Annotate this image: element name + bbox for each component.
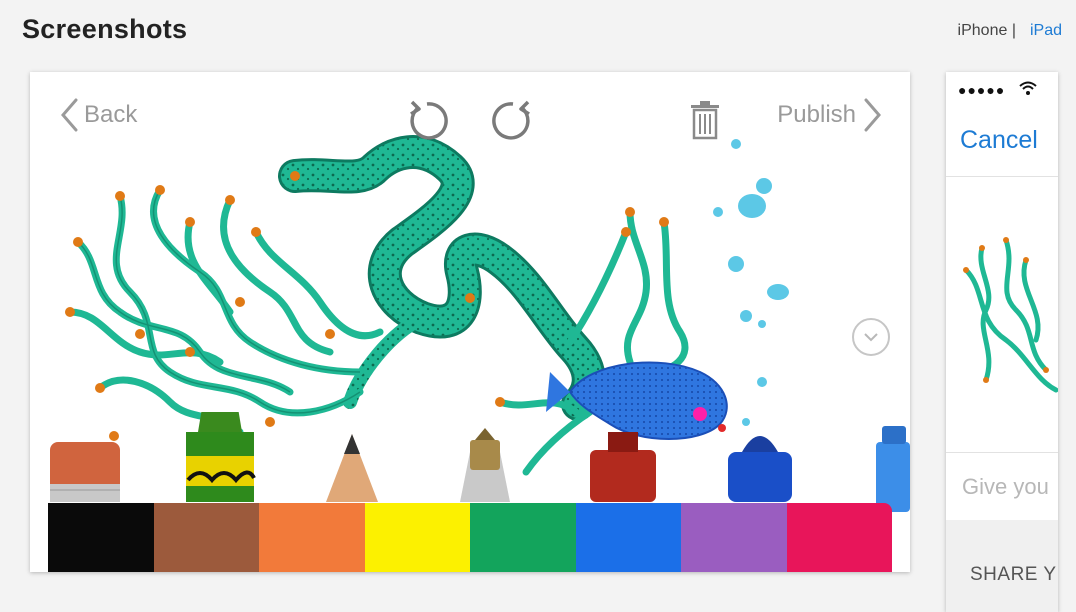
caption-input[interactable] [946, 456, 1058, 518]
undo-button[interactable] [404, 98, 450, 149]
bubbles [713, 139, 789, 426]
side-screenshot[interactable]: ●●●●● Cancel SHARE Y [946, 72, 1058, 612]
color-swatch-5[interactable] [470, 503, 576, 572]
eraser-tool[interactable] [50, 442, 120, 502]
chevron-right-icon [864, 98, 881, 132]
color-swatch-1[interactable] [48, 503, 154, 572]
redo-icon [492, 100, 530, 140]
drawing-tools [50, 412, 910, 512]
color-swatch-7[interactable] [681, 503, 787, 572]
iphone-tab[interactable]: iPhone | [958, 22, 1016, 40]
chevron-down-icon [864, 333, 878, 342]
drawing-nav-bar: Back Publish [30, 98, 910, 142]
trash-button[interactable] [688, 100, 722, 145]
publish-button[interactable]: Publish [777, 98, 882, 132]
cancel-button[interactable]: Cancel [960, 126, 1038, 155]
color-palette [48, 503, 892, 572]
pencil-tool[interactable] [326, 434, 378, 502]
pen-tool[interactable] [460, 428, 510, 502]
trash-icon [691, 101, 719, 140]
wifi-icon [1019, 81, 1037, 95]
drawing-thumbnail [963, 237, 1058, 393]
chevron-left-icon [61, 98, 78, 132]
divider [946, 176, 1058, 177]
color-swatch-3[interactable] [259, 503, 365, 572]
crayon-tool[interactable] [186, 412, 256, 502]
device-toggle: iPhone | iPad [958, 22, 1062, 40]
page-title: Screenshots [22, 14, 188, 44]
color-swatch-6[interactable] [575, 503, 681, 572]
main-screenshot[interactable]: Back Publish [30, 72, 910, 572]
divider [946, 452, 1058, 453]
undo-icon [410, 100, 448, 140]
publish-label: Publish [777, 101, 856, 128]
redo-button[interactable] [490, 98, 536, 149]
marker-tool-blue[interactable] [728, 436, 792, 502]
expand-tools-button[interactable] [852, 318, 890, 356]
back-label: Back [84, 101, 138, 128]
color-swatch-4[interactable] [364, 503, 470, 572]
ipad-tab[interactable]: iPad [1030, 22, 1062, 40]
color-swatch-2[interactable] [153, 503, 259, 572]
signal-dots: ●●●●● [958, 82, 1006, 98]
share-button[interactable]: SHARE Y [970, 564, 1057, 586]
share-section: SHARE Y [946, 520, 1058, 612]
back-button[interactable]: Back [60, 98, 137, 132]
color-swatch-8[interactable] [786, 503, 892, 572]
marker-tool-red[interactable] [590, 432, 656, 502]
highlighter-tool[interactable] [876, 426, 910, 512]
seaweed-main [278, 135, 606, 421]
